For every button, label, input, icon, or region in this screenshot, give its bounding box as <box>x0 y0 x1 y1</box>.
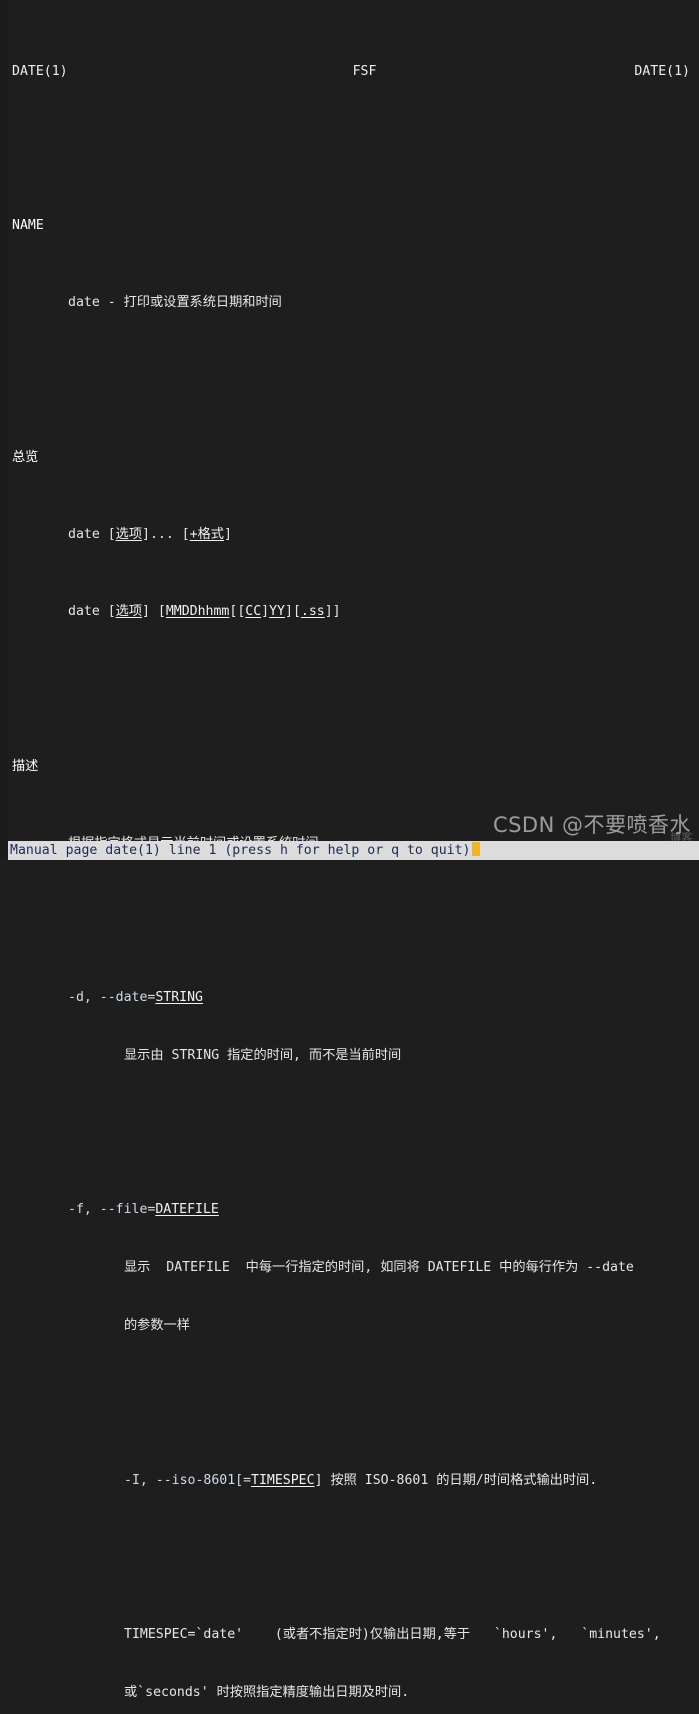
synopsis-2-cc: CC <box>245 604 262 620</box>
manpage-header-center: FSF <box>352 63 377 79</box>
synopsis-2-mid2: [[ <box>229 604 246 620</box>
synopsis-2-mmddhhmm: MMDDhhmm <box>165 604 230 620</box>
synopsis-2-mid4: ][ <box>285 604 301 620</box>
option-iso8601-line: -I, --iso-8601[=TIMESPEC] 按照 ISO-8601 的日… <box>0 1471 699 1490</box>
section-heading-description: 描述 <box>0 757 699 776</box>
option-iso8601-argument: TIMESPEC <box>251 1472 315 1488</box>
option-f-description-2: 的参数一样 <box>0 1316 699 1335</box>
option-d-line: -d, --date=STRING <box>0 988 699 1007</box>
pager-status-text: Manual page date(1) line 1 (press h for … <box>10 843 471 858</box>
option-f-description-1: 显示 DATEFILE 中每一行指定的时间, 如同将 DATEFILE 中的每行… <box>0 1258 699 1277</box>
option-d-description: 显示由 STRING 指定的时间, 而不是当前时间 <box>0 1046 699 1065</box>
synopsis-1-format-arg: +格式 <box>189 527 224 543</box>
manpage-header-right: DATE(1) <box>634 63 690 79</box>
section-label-synopsis: 总览 <box>12 449 39 465</box>
section-heading-name: NAME <box>0 216 699 235</box>
manpage-header-left: DATE(1) <box>12 63 68 79</box>
terminal-left-gutter <box>0 0 8 857</box>
synopsis-1-options-arg: 选项 <box>115 527 143 543</box>
section-heading-synopsis: 总览 <box>0 448 699 467</box>
synopsis-2-ss: .ss <box>300 604 325 620</box>
timespec-line-2: 或`seconds' 时按照指定精度输出日期及时间. <box>0 1683 699 1702</box>
option-f-argument: DATEFILE <box>155 1202 219 1218</box>
synopsis-1-suffix: ] <box>223 527 232 543</box>
option-f-description-text-2: 的参数一样 <box>124 1318 190 1334</box>
synopsis-2-yy: YY <box>269 604 285 620</box>
text-cursor <box>471 842 480 856</box>
synopsis-2-suffix: ]] <box>324 604 341 620</box>
synopsis-2-mid1: ] [ <box>142 604 166 620</box>
manpage-header-row: DATE(1) FSF DATE(1) <box>0 62 699 81</box>
timespec-line-1: TIMESPEC=`date' (或者不指定时)仅输出日期,等于 `hours'… <box>0 1625 699 1644</box>
option-f-description-text-1: 显示 DATEFILE 中每一行指定的时间, 如同将 DATEFILE 中的每行… <box>124 1260 634 1276</box>
option-d-flag: -d, --date= <box>68 990 156 1006</box>
option-d-description-text: 显示由 STRING 指定的时间, 而不是当前时间 <box>124 1048 402 1064</box>
timespec-text-1: TIMESPEC=`date' (或者不指定时)仅输出日期,等于 `hours'… <box>124 1626 661 1642</box>
synopsis-1-mid: ]... [ <box>142 527 190 543</box>
name-description-line: date - 打印或设置系统日期和时间 <box>0 293 699 312</box>
terminal-manpage-viewport[interactable]: DATE(1) FSF DATE(1) NAME date - 打印或设置系统日期和… <box>0 0 699 1700</box>
synopsis-1-prefix: date [ <box>68 527 116 543</box>
synopsis-2-options-arg: 选项 <box>115 604 143 620</box>
option-iso8601-description-text: ] 按照 ISO-8601 的日期/时间格式输出时间. <box>314 1472 598 1488</box>
timespec-text-2: 或`seconds' 时按照指定精度输出日期及时间. <box>124 1684 410 1700</box>
synopsis-2-mid3: ] <box>261 604 270 620</box>
option-d-argument: STRING <box>155 990 203 1006</box>
synopsis-line-1: date [选项]... [+格式] <box>0 525 699 544</box>
option-iso8601-flag: -I, --iso-8601[= <box>124 1472 252 1488</box>
section-label-description: 描述 <box>12 758 39 774</box>
name-description-text: date - 打印或设置系统日期和时间 <box>68 295 282 311</box>
pager-status-bar[interactable]: Manual page date(1) line 1 (press h for … <box>8 841 699 860</box>
option-f-line: -f, --file=DATEFILE <box>0 1200 699 1219</box>
synopsis-line-2: date [选项] [MMDDhhmm[[CC]YY][.ss]] <box>0 602 699 621</box>
section-label-name: NAME <box>12 218 44 234</box>
option-f-flag: -f, --file= <box>68 1202 156 1218</box>
synopsis-2-prefix: date [ <box>68 604 116 620</box>
